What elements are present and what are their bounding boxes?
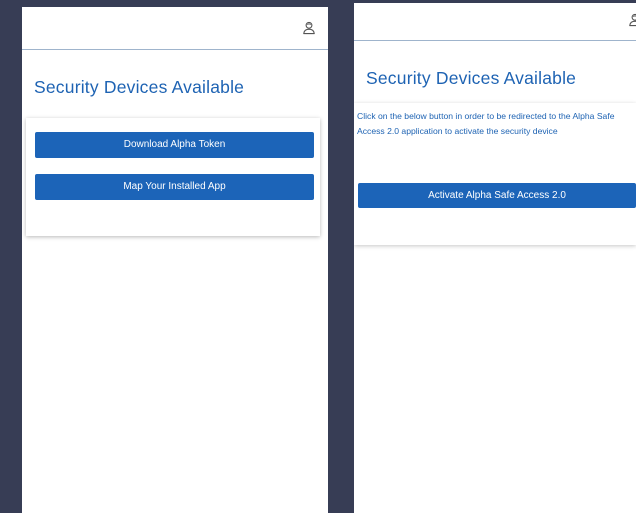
user-icon[interactable] bbox=[302, 21, 316, 35]
user-icon[interactable] bbox=[628, 13, 636, 27]
screen-security-devices-right: Security Devices Available Click on the … bbox=[354, 3, 636, 513]
map-installed-app-button[interactable]: Map Your Installed App bbox=[35, 174, 314, 200]
app-header bbox=[22, 7, 328, 50]
screen-security-devices-left: Security Devices Available Download Alph… bbox=[22, 7, 328, 513]
activation-card: Click on the below button in order to be… bbox=[354, 103, 636, 245]
download-alpha-token-button[interactable]: Download Alpha Token bbox=[35, 132, 314, 158]
app-header bbox=[354, 3, 636, 41]
page-title: Security Devices Available bbox=[366, 68, 577, 88]
activate-alpha-safe-access-button[interactable]: Activate Alpha Safe Access 2.0 bbox=[358, 183, 636, 208]
stage: Security Devices Available Download Alph… bbox=[0, 0, 636, 513]
activation-description: Click on the below button in order to be… bbox=[357, 111, 615, 136]
security-devices-card: Download Alpha Token Map Your Installed … bbox=[26, 118, 320, 236]
page-title: Security Devices Available bbox=[34, 77, 245, 97]
